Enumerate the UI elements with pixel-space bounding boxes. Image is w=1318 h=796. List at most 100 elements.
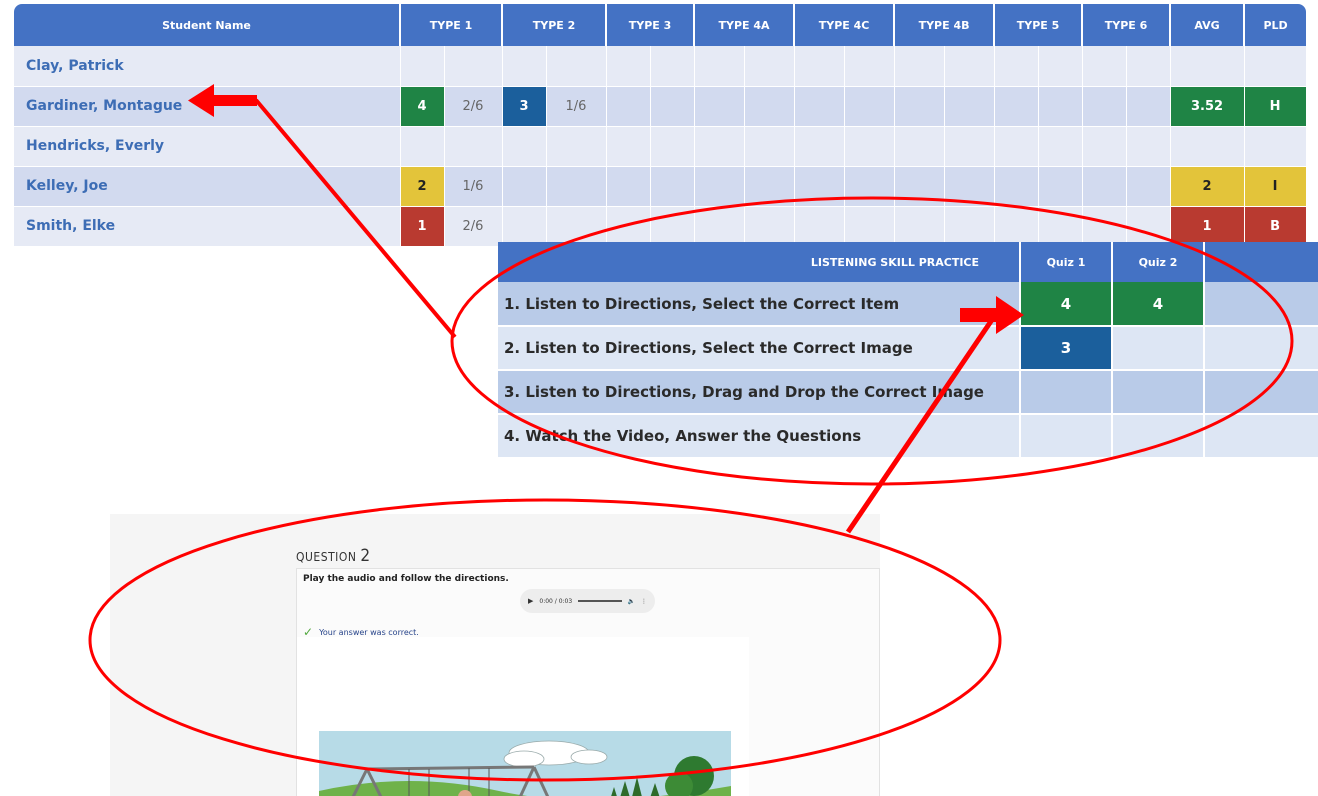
type-cell (894, 126, 945, 167)
header-type-3[interactable]: TYPE 3 (606, 4, 695, 46)
type2-score (502, 166, 547, 207)
type1-score (400, 126, 445, 167)
type-cell (694, 166, 745, 207)
quiz-cell (1204, 414, 1318, 459)
student-name-link[interactable]: Clay, Patrick (14, 46, 401, 87)
type-cell (794, 166, 845, 207)
header-type-5[interactable]: TYPE 5 (994, 4, 1084, 46)
type-cell (1038, 86, 1083, 127)
type2-score (502, 46, 547, 87)
quiz1-score[interactable]: 3 (1020, 326, 1113, 371)
type-cell (694, 206, 745, 247)
quiz1-header[interactable]: Quiz 1 (1020, 242, 1113, 282)
type-cell (1126, 166, 1171, 207)
pld-cell: I (1244, 166, 1307, 207)
header-pld[interactable]: PLD (1244, 4, 1307, 46)
student-name-link[interactable]: Smith, Elke (14, 206, 401, 247)
type-cell (1082, 46, 1127, 87)
header-type-4a[interactable]: TYPE 4A (694, 4, 796, 46)
audio-progress-track[interactable] (578, 600, 622, 602)
gradebook-header-row: Student Name TYPE 1 TYPE 2 TYPE 3 TYPE 4… (14, 4, 1307, 46)
type1-score (400, 46, 445, 87)
feedback-text: Your answer was correct. (319, 627, 419, 637)
header-type-4b[interactable]: TYPE 4B (894, 4, 996, 46)
type-cell (994, 206, 1039, 247)
type-cell (650, 166, 695, 207)
type-cell (794, 126, 845, 167)
play-icon[interactable]: ▶ (528, 597, 533, 605)
avg-cell: 1 (1170, 206, 1245, 247)
type-cell (650, 46, 695, 87)
type2-score (502, 206, 547, 247)
type1-score[interactable]: 4 (400, 86, 445, 127)
avg-cell (1170, 126, 1245, 167)
quiz-cell (1204, 282, 1318, 327)
skill-row: 1. Listen to Directions, Select the Corr… (498, 282, 1318, 327)
type-cell (844, 46, 895, 87)
type-cell (1126, 126, 1171, 167)
header-type-2[interactable]: TYPE 2 (502, 4, 607, 46)
student-name-link[interactable]: Kelley, Joe (14, 166, 401, 207)
question-instructions: Play the audio and follow the directions… (303, 574, 509, 584)
skill-row: 3. Listen to Directions, Drag and Drop t… (498, 370, 1318, 415)
type-cell (894, 46, 945, 87)
student-name-link[interactable]: Hendricks, Everly (14, 126, 401, 167)
type-cell (744, 46, 795, 87)
type-cell (1126, 46, 1171, 87)
type1-fraction (444, 126, 503, 167)
type-cell (1082, 126, 1127, 167)
quiz2-header[interactable]: Quiz 2 (1112, 242, 1205, 282)
type1-score[interactable]: 2 (400, 166, 445, 207)
header-student-name[interactable]: Student Name (14, 4, 401, 46)
pld-cell (1244, 126, 1307, 167)
type-cell (994, 166, 1039, 207)
type1-fraction: 2/6 (444, 206, 503, 247)
type-cell (1126, 86, 1171, 127)
type2-fraction (546, 126, 607, 167)
type1-fraction (444, 46, 503, 87)
quiz-header-empty (1204, 242, 1318, 282)
skill-label: 4. Watch the Video, Answer the Questions (498, 414, 1021, 459)
avg-cell (1170, 46, 1245, 87)
type-cell (944, 166, 995, 207)
type-cell (994, 86, 1039, 127)
quiz2-score[interactable]: 4 (1112, 282, 1205, 327)
type-cell (844, 166, 895, 207)
type-cell (1038, 126, 1083, 167)
answer-image-card[interactable] (297, 637, 749, 796)
type-cell (1038, 166, 1083, 207)
skill-header-row: LISTENING SKILL PRACTICE Quiz 1 Quiz 2 (498, 242, 1318, 282)
quiz2-score (1112, 326, 1205, 371)
type-cell (1038, 46, 1083, 87)
header-type-6[interactable]: TYPE 6 (1082, 4, 1172, 46)
type-cell (744, 166, 795, 207)
gradebook-table: Student Name TYPE 1 TYPE 2 TYPE 3 TYPE 4… (14, 4, 1307, 247)
playground-image[interactable] (319, 731, 731, 796)
type-cell (944, 206, 995, 247)
header-type-4c[interactable]: TYPE 4C (794, 4, 896, 46)
student-name-link[interactable]: Gardiner, Montague (14, 86, 401, 127)
pld-cell (1244, 46, 1307, 87)
quiz1-score[interactable]: 4 (1020, 282, 1113, 327)
pld-cell: B (1244, 206, 1307, 247)
question-word: QUESTION (296, 550, 357, 564)
type2-fraction (546, 206, 607, 247)
type-cell (606, 166, 651, 207)
type2-fraction (546, 166, 607, 207)
type-cell (694, 46, 745, 87)
header-type-1[interactable]: TYPE 1 (400, 4, 503, 46)
type2-score (502, 126, 547, 167)
volume-icon[interactable]: 🔈 (628, 598, 635, 605)
quiz1-score (1020, 370, 1113, 415)
header-avg[interactable]: AVG (1170, 4, 1246, 46)
type-cell (944, 126, 995, 167)
type2-score[interactable]: 3 (502, 86, 547, 127)
audio-player[interactable]: ▶ 0:00 / 0:03 🔈 ⋮ (520, 589, 655, 613)
pld-cell: H (1244, 86, 1307, 127)
avg-cell: 3.52 (1170, 86, 1245, 127)
type-cell (744, 206, 795, 247)
more-vert-icon[interactable]: ⋮ (641, 598, 647, 605)
type1-score[interactable]: 1 (400, 206, 445, 247)
type-cell (694, 86, 745, 127)
skill-row: 2. Listen to Directions, Select the Corr… (498, 326, 1318, 371)
